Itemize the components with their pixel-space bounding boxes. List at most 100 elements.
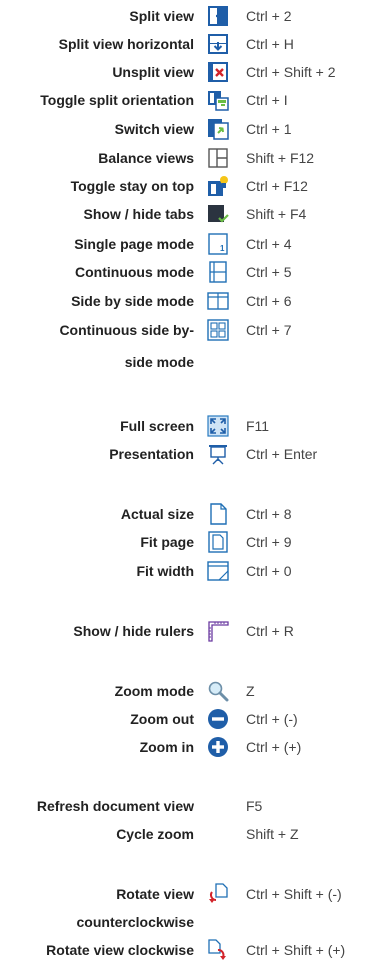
shortcut-keys: Ctrl + 8 [246,506,292,522]
shortcut-keys: Shift + F12 [246,150,315,166]
shortcut-label: Unsplit view [112,64,194,80]
shortcut-keys: F5 [246,798,263,814]
shortcut-keys: Ctrl + 5 [246,264,292,280]
svg-text:1: 1 [220,244,225,253]
shortcut-keys: Ctrl + 0 [246,563,292,579]
shortcut-keys: Ctrl + Enter [246,446,318,462]
switch-view-icon [207,118,229,140]
shortcut-row-balance-views: Balance views Shift + F12 [0,146,365,170]
shortcut-label: Cycle zoom [116,826,194,842]
shortcut-label: Continuous mode [75,264,194,280]
split-view-icon [207,5,229,27]
shortcut-row-zoom-mode: Zoom mode Z [0,679,365,703]
shortcut-label: Presentation [109,446,194,462]
shortcut-keys: Ctrl + R [246,623,294,639]
shortcut-keys: Shift + Z [246,826,299,842]
split-horizontal-icon [207,33,229,55]
shortcut-row-side-by-side: Side by side mode Ctrl + 6 [0,289,365,313]
shortcut-label: Toggle split orientation [40,92,194,108]
shortcut-row-continuation: side mode [0,350,365,374]
shortcut-label: Side by side mode [71,293,194,309]
shortcut-keys: Ctrl + Shift + 2 [246,64,336,80]
shortcut-label: Split view [129,8,194,24]
shortcut-row-rulers: Show / hide rulers Ctrl + R [0,619,365,643]
shortcut-row-fit-page: Fit page Ctrl + 9 [0,530,365,554]
shortcut-keys: Shift + F4 [246,206,307,222]
shortcut-label: Split view horizontal [58,36,194,52]
actual-size-icon [207,503,229,525]
shortcut-row-rotate-ccw: Rotate view Ctrl + Shift + (-) [0,882,365,906]
continuous-side-by-side-icon [207,319,229,341]
shortcut-keys: Ctrl + 1 [246,121,292,137]
rotate-cw-icon [207,939,229,961]
shortcut-row-zoom-in: Zoom in Ctrl + (+) [0,735,365,759]
side-by-side-icon [207,290,229,312]
shortcut-keys: Ctrl + 2 [246,8,292,24]
shortcut-label: Full screen [120,418,194,434]
shortcut-row-refresh: Refresh document view F5 [0,794,365,818]
shortcut-label-line2: counterclockwise [76,914,195,930]
shortcut-label: Continuous side by- [59,322,194,338]
shortcut-keys: Z [246,683,255,699]
full-screen-icon [207,415,229,437]
shortcut-keys: Ctrl + F12 [246,178,308,194]
shortcut-keys: Ctrl + 9 [246,534,292,550]
presentation-icon [207,443,229,465]
balance-views-icon [207,147,229,169]
shortcut-label: Rotate view [116,886,194,902]
shortcut-row-actual-size: Actual size Ctrl + 8 [0,502,365,526]
continuous-mode-icon [207,261,229,283]
shortcut-label: Balance views [98,150,194,166]
shortcut-keys: Ctrl + I [246,92,288,108]
tabs-icon [207,203,229,225]
shortcut-row-fit-width: Fit width Ctrl + 0 [0,559,365,583]
shortcut-row-stay-on-top: Toggle stay on top Ctrl + F12 [0,174,365,198]
shortcut-row-presentation: Presentation Ctrl + Enter [0,442,365,466]
shortcut-row-split-horizontal: Split view horizontal Ctrl + H [0,32,365,56]
rotate-ccw-icon [207,883,229,905]
shortcut-row-cycle-zoom: Cycle zoom Shift + Z [0,822,365,846]
shortcut-keys: Ctrl + H [246,36,294,52]
shortcut-label: Show / hide tabs [83,206,194,222]
shortcut-row-continuous-side-by-side: Continuous side by- Ctrl + 7 [0,318,365,342]
shortcut-row-single-page: Single page mode 1 Ctrl + 4 [0,232,365,256]
shortcut-keys: Ctrl + Shift + (-) [246,886,342,902]
shortcut-label: Fit page [140,534,194,550]
single-page-icon: 1 [207,233,229,255]
shortcut-label-line2: side mode [124,354,194,370]
shortcut-label: Zoom mode [114,683,194,699]
shortcut-keys: Ctrl + 4 [246,236,292,252]
shortcut-label: Refresh document view [36,798,194,814]
unsplit-view-icon [207,61,229,83]
shortcut-label: Single page mode [74,236,194,252]
zoom-in-icon [207,736,229,758]
magnifier-icon [207,680,229,702]
shortcut-keys: Ctrl + 7 [246,322,292,338]
shortcut-keys: Ctrl + (-) [246,711,298,727]
shortcut-label: Rotate view clockwise [46,942,194,958]
shortcut-row-continuous: Continuous mode Ctrl + 5 [0,260,365,284]
shortcut-keys: Ctrl + Shift + (+) [246,942,346,958]
shortcut-label: Show / hide rulers [73,623,194,639]
shortcut-row-split-view: Split view Ctrl + 2 [0,4,365,28]
shortcut-label: Zoom out [130,711,194,727]
shortcut-label: Fit width [136,563,194,579]
shortcut-keys: F11 [246,418,270,434]
shortcut-label: Actual size [120,506,194,522]
shortcut-label: Toggle stay on top [70,178,194,194]
shortcut-keys: Ctrl + (+) [246,739,302,755]
shortcut-label: Zoom in [139,739,194,755]
fit-width-icon [207,560,229,582]
shortcut-row-rotate-cw: Rotate view clockwise Ctrl + Shift + (+) [0,938,365,962]
shortcut-row-switch-view: Switch view Ctrl + 1 [0,117,365,141]
shortcut-keys: Ctrl + 6 [246,293,292,309]
shortcut-row-unsplit-view: Unsplit view Ctrl + Shift + 2 [0,60,365,84]
fit-page-icon [207,531,229,553]
toggle-orientation-icon [207,89,229,111]
shortcut-row-zoom-out: Zoom out Ctrl + (-) [0,707,365,731]
shortcut-label: Switch view [114,121,194,137]
stay-on-top-icon [207,175,229,197]
shortcut-row-show-hide-tabs: Show / hide tabs Shift + F4 [0,202,365,226]
shortcut-row-toggle-orientation: Toggle split orientation Ctrl + I [0,88,365,112]
shortcut-row-continuation: counterclockwise [0,910,365,934]
